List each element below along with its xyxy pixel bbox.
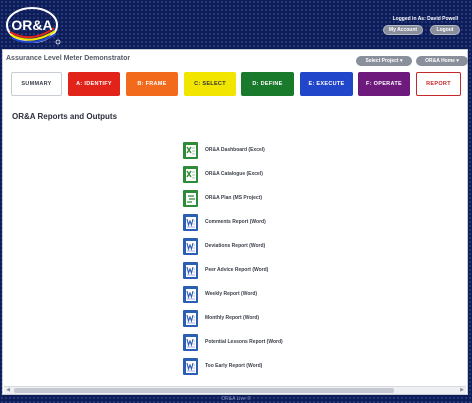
my-account-button[interactable]: My Account <box>383 25 423 35</box>
word-icon <box>183 310 198 327</box>
tab-label: C: SELECT <box>194 81 226 87</box>
report-link[interactable]: Potential Lessons Report (Word) <box>183 334 333 352</box>
report-label: Too Early Report (Word) <box>205 363 263 369</box>
tab-operate[interactable]: F: OPERATE <box>358 72 410 96</box>
project-icon <box>183 190 198 207</box>
logo-text: OR&A <box>11 17 52 33</box>
app-header: OR&A Logged in As: David Powell My Accou… <box>0 0 472 50</box>
report-label: Potential Lessons Report (Word) <box>205 339 283 345</box>
footer-text: OR&A Live © <box>221 396 251 402</box>
tab-summary[interactable]: SUMMARY <box>11 72 62 96</box>
report-label: OR&A Plan (MS Project) <box>205 195 263 201</box>
report-link[interactable]: Too Early Report (Word) <box>183 358 333 376</box>
report-label: OR&A Dashboard (Excel) <box>205 147 265 153</box>
phase-tabs: SUMMARY A: IDENTIFY B: FRAME C: SELECT D… <box>11 72 461 96</box>
tab-select[interactable]: C: SELECT <box>184 72 236 96</box>
select-project-dropdown[interactable]: Select Project ▾ <box>356 56 412 66</box>
tab-label: SUMMARY <box>21 81 52 87</box>
scrollbar-thumb[interactable] <box>14 388 394 393</box>
scroll-left-icon[interactable]: ◀ <box>4 387 12 394</box>
word-icon <box>183 214 198 231</box>
logged-in-user: Logged in As: David Powell <box>392 16 458 22</box>
horizontal-scrollbar[interactable]: ◀ ▶ <box>4 386 466 394</box>
report-link[interactable]: OR&A Catalogue (Excel) <box>183 166 333 184</box>
report-label: Deviations Report (Word) <box>205 243 266 249</box>
tab-label: A: IDENTIFY <box>76 81 112 87</box>
tab-label: E: EXECUTE <box>308 81 345 87</box>
report-link[interactable]: Monthly Report (Word) <box>183 310 333 328</box>
report-link[interactable]: OR&A Dashboard (Excel) <box>183 142 333 160</box>
tab-label: B: FRAME <box>137 81 167 87</box>
word-icon <box>183 334 198 351</box>
report-label: Comments Report (Word) <box>205 219 266 225</box>
tab-label: F: OPERATE <box>366 81 402 87</box>
tab-label: D: DEFINE <box>252 81 283 87</box>
report-link[interactable]: Weekly Report (Word) <box>183 286 333 304</box>
tab-label: REPORT <box>426 81 451 87</box>
orla-home-dropdown[interactable]: OR&A Home ▾ <box>416 56 468 66</box>
excel-icon <box>183 166 198 183</box>
tab-report[interactable]: REPORT <box>416 72 461 96</box>
section-title: OR&A Reports and Outputs <box>12 112 118 121</box>
word-icon <box>183 262 198 279</box>
tab-frame[interactable]: B: FRAME <box>126 72 178 96</box>
scroll-right-icon[interactable]: ▶ <box>458 387 466 394</box>
report-link[interactable]: Peer Advice Report (Word) <box>183 262 333 280</box>
tab-define[interactable]: D: DEFINE <box>241 72 294 96</box>
report-label: Peer Advice Report (Word) <box>205 267 269 273</box>
tab-execute[interactable]: E: EXECUTE <box>300 72 353 96</box>
main-panel: Assurance Level Meter Demonstrator Selec… <box>2 49 468 395</box>
report-link[interactable]: OR&A Plan (MS Project) <box>183 190 333 208</box>
tab-identify[interactable]: A: IDENTIFY <box>68 72 120 96</box>
word-icon <box>183 358 198 375</box>
orla-logo[interactable]: OR&A <box>4 4 62 46</box>
logout-button[interactable]: Logout <box>430 25 460 35</box>
report-link[interactable]: Comments Report (Word) <box>183 214 333 232</box>
word-icon <box>183 286 198 303</box>
excel-icon <box>183 142 198 159</box>
report-label: OR&A Catalogue (Excel) <box>205 171 263 177</box>
report-link[interactable]: Deviations Report (Word) <box>183 238 333 256</box>
report-label: Weekly Report (Word) <box>205 291 258 297</box>
reports-list: OR&A Dashboard (Excel) OR&A Catalogue (E… <box>183 142 333 382</box>
app-title: Assurance Level Meter Demonstrator <box>6 55 131 62</box>
report-label: Monthly Report (Word) <box>205 315 260 321</box>
word-icon <box>183 238 198 255</box>
